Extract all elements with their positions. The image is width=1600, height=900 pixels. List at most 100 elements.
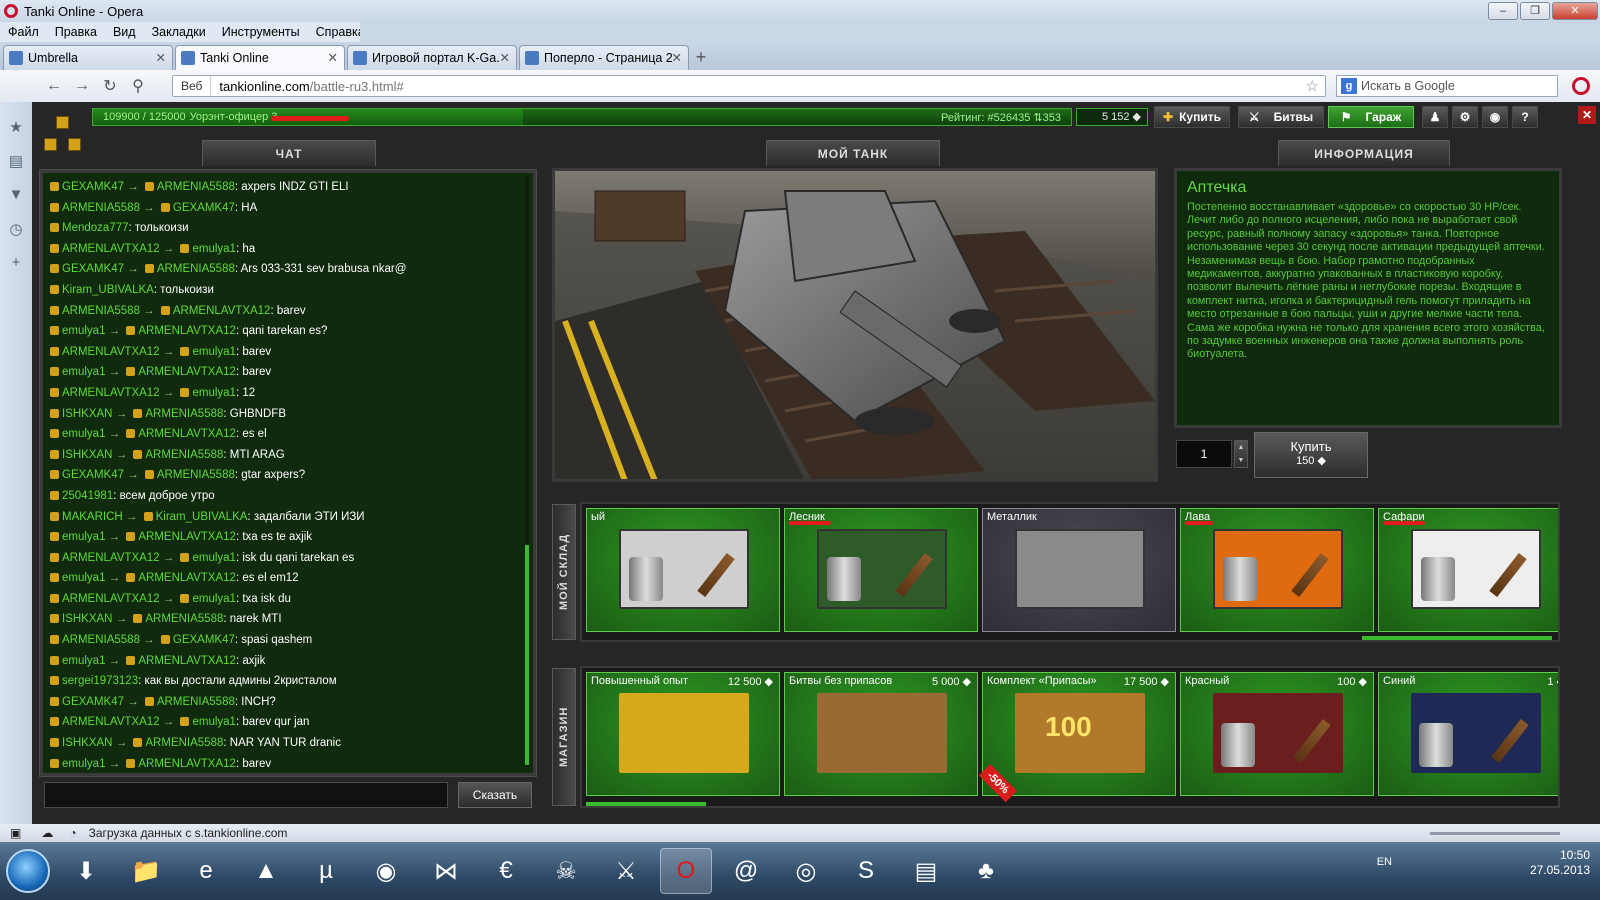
battles-button[interactable]: ⚔ Битвы (1238, 106, 1324, 128)
icq-mail-icon[interactable]: @ (720, 848, 772, 894)
chat-sender[interactable]: Mendoza777 (62, 222, 129, 234)
chat-recipient[interactable]: Kiram_UBIVALKA (156, 511, 248, 523)
chat-sender[interactable]: emulya1 (62, 572, 105, 584)
warehouse-scrollbar[interactable] (1362, 636, 1552, 640)
zoom-slider[interactable] (1430, 831, 1560, 835)
warehouse-item[interactable]: ый (586, 508, 780, 632)
layout-icon[interactable] (44, 138, 57, 151)
shop-item[interactable]: Комплект «Припасы» 17 500 ◆ 100 -50% (978, 672, 1176, 802)
chat-recipient[interactable]: ARMENLAVTXA12 (138, 531, 236, 543)
opera-menu-icon[interactable] (1572, 77, 1590, 95)
tab-shop[interactable]: МАГАЗИН (552, 668, 576, 806)
close-window-button[interactable]: ✕ (1552, 2, 1598, 20)
visual-studio-icon[interactable]: ⋈ (420, 848, 472, 894)
chat-sender[interactable]: Kiram_UBIVALKA (62, 284, 154, 296)
chat-recipient[interactable]: ARMENIA5588 (157, 181, 235, 193)
chat-sender[interactable]: ARMENLAVTXA12 (62, 387, 160, 399)
menu-item-4[interactable]: Инструменты (214, 25, 308, 39)
fullscreen-icon[interactable] (56, 116, 69, 129)
friends-icon[interactable]: ♟ (1422, 106, 1448, 128)
chat-scroll-thumb[interactable] (525, 545, 529, 765)
chat-recipient[interactable]: emulya1 (192, 552, 235, 564)
chat-sender[interactable]: ARMENIA5588 (62, 305, 140, 317)
tab-close-icon[interactable]: ✕ (672, 50, 682, 65)
turbo-icon[interactable]: ◔ (69, 826, 76, 840)
chat-sender[interactable]: emulya1 (62, 428, 105, 440)
cloud-icon[interactable]: ☁ (41, 826, 53, 840)
chat-recipient[interactable]: emulya1 (192, 243, 235, 255)
chat-sender[interactable]: emulya1 (62, 531, 105, 543)
chat-sender[interactable]: emulya1 (62, 655, 105, 667)
internet-explorer-icon[interactable]: e (180, 848, 232, 894)
chat-recipient[interactable]: ARMENIA5588 (157, 469, 235, 481)
browser-tab[interactable]: Поперло - Страница 2... ✕ (519, 45, 689, 70)
chat-sender[interactable]: ISHKXAN (62, 408, 113, 420)
chat-sender[interactable]: sergei1973123 (62, 675, 138, 687)
say-button[interactable]: Сказать (458, 782, 532, 808)
clock[interactable]: 10:50 27.05.2013 (1530, 848, 1590, 878)
chat-recipient[interactable]: ARMENIA5588 (145, 449, 223, 461)
search-field[interactable]: g Искать в Google (1336, 75, 1558, 97)
chat-sender[interactable]: MAKARICH (62, 511, 123, 523)
chat-recipient[interactable]: emulya1 (192, 346, 235, 358)
quantity-stepper[interactable]: ▲ ▼ (1234, 440, 1248, 468)
chat-sender[interactable]: emulya1 (62, 325, 105, 337)
google-icon[interactable]: g (1341, 78, 1357, 94)
chat-sender[interactable]: GEXAMK47 (62, 696, 124, 708)
chat-recipient[interactable]: ARMENIA5588 (145, 737, 223, 749)
browser-tab[interactable]: Tanki Online ✕ (175, 45, 345, 70)
minimize-button[interactable]: – (1488, 2, 1518, 20)
chat-recipient[interactable]: GEXAMK47 (173, 202, 235, 214)
chat-sender[interactable]: ARMENLAVTXA12 (62, 243, 160, 255)
chat-sender[interactable]: ARMENIA5588 (62, 634, 140, 646)
tab-close-icon[interactable]: ✕ (156, 50, 166, 65)
warehouse-item[interactable]: Сафари (1378, 508, 1558, 632)
download-app-icon[interactable]: ⬇ (60, 848, 112, 894)
chat-sender[interactable]: emulya1 (62, 366, 105, 378)
tank-preview[interactable] (552, 168, 1158, 482)
browser-tab[interactable]: Игровой портал K-Ga... ✕ (347, 45, 517, 70)
browser-tab[interactable]: Umbrella ✕ (3, 45, 173, 70)
daemon-tools-icon[interactable]: ▲ (240, 848, 292, 894)
firefox-icon[interactable]: ◉ (360, 848, 412, 894)
menu-item-0[interactable]: Файл (0, 25, 47, 39)
chat-recipient[interactable]: ARMENIA5588 (157, 696, 235, 708)
chat-recipient[interactable]: ARMENLAVTXA12 (138, 655, 236, 667)
bookmarks-star-icon[interactable]: ★ (9, 118, 22, 136)
chat-recipient[interactable]: emulya1 (192, 387, 235, 399)
chat-sender[interactable]: ARMENLAVTXA12 (62, 716, 160, 728)
tab-information[interactable]: ИНФОРМАЦИЯ (1278, 140, 1450, 166)
buy-item-button[interactable]: Купить 150 ◆ (1254, 432, 1368, 478)
chat-sender[interactable]: ISHKXAN (62, 449, 113, 461)
quantity-input[interactable]: 1 (1176, 440, 1232, 468)
history-icon[interactable]: ◷ (9, 220, 22, 238)
reload-icon[interactable]: ↻ (96, 76, 124, 96)
exit-game-icon[interactable]: ✕ (1578, 106, 1596, 124)
help-icon[interactable]: ? (1512, 106, 1538, 128)
menu-item-2[interactable]: Вид (105, 25, 144, 39)
chrome-icon[interactable]: ◎ (780, 848, 832, 894)
language-indicator[interactable]: EN (1377, 856, 1392, 868)
chat-recipient[interactable]: ARMENIA5588 (157, 263, 235, 275)
shop-scrollbar[interactable] (586, 802, 706, 806)
chat-sender[interactable]: GEXAMK47 (62, 181, 124, 193)
chat-recipient[interactable]: GEXAMK47 (173, 634, 235, 646)
chat-recipient[interactable]: emulya1 (192, 716, 235, 728)
chat-recipient[interactable]: ARMENLAVTXA12 (138, 366, 236, 378)
chat-sender[interactable]: GEXAMK47 (62, 469, 124, 481)
opera-taskbar-icon[interactable]: O (660, 848, 712, 894)
chat-sender[interactable]: ISHKXAN (62, 613, 113, 625)
web-badge[interactable]: Веб (173, 76, 212, 96)
forward-icon[interactable]: → (68, 77, 96, 95)
tab-my-tank[interactable]: МОЙ ТАНК (766, 140, 940, 166)
address-field[interactable]: Веб tankionline.com/battle-ru3.html# ☆ (172, 75, 1326, 97)
utorrent-icon[interactable]: µ (300, 848, 352, 894)
chat-recipient[interactable]: ARMENLAVTXA12 (138, 325, 236, 337)
virtualbox-icon[interactable]: ▤ (900, 848, 952, 894)
settings-gear-icon[interactable]: ⚙ (1452, 106, 1478, 128)
layout-icon-2[interactable] (68, 138, 81, 151)
tab-chat[interactable]: ЧАТ (202, 140, 376, 166)
chat-input[interactable] (44, 782, 448, 808)
shop-item[interactable]: Битвы без припасов 5 000 ◆ (784, 672, 978, 796)
shop-item[interactable]: Повышенный опыт 12 500 ◆ (586, 672, 780, 796)
